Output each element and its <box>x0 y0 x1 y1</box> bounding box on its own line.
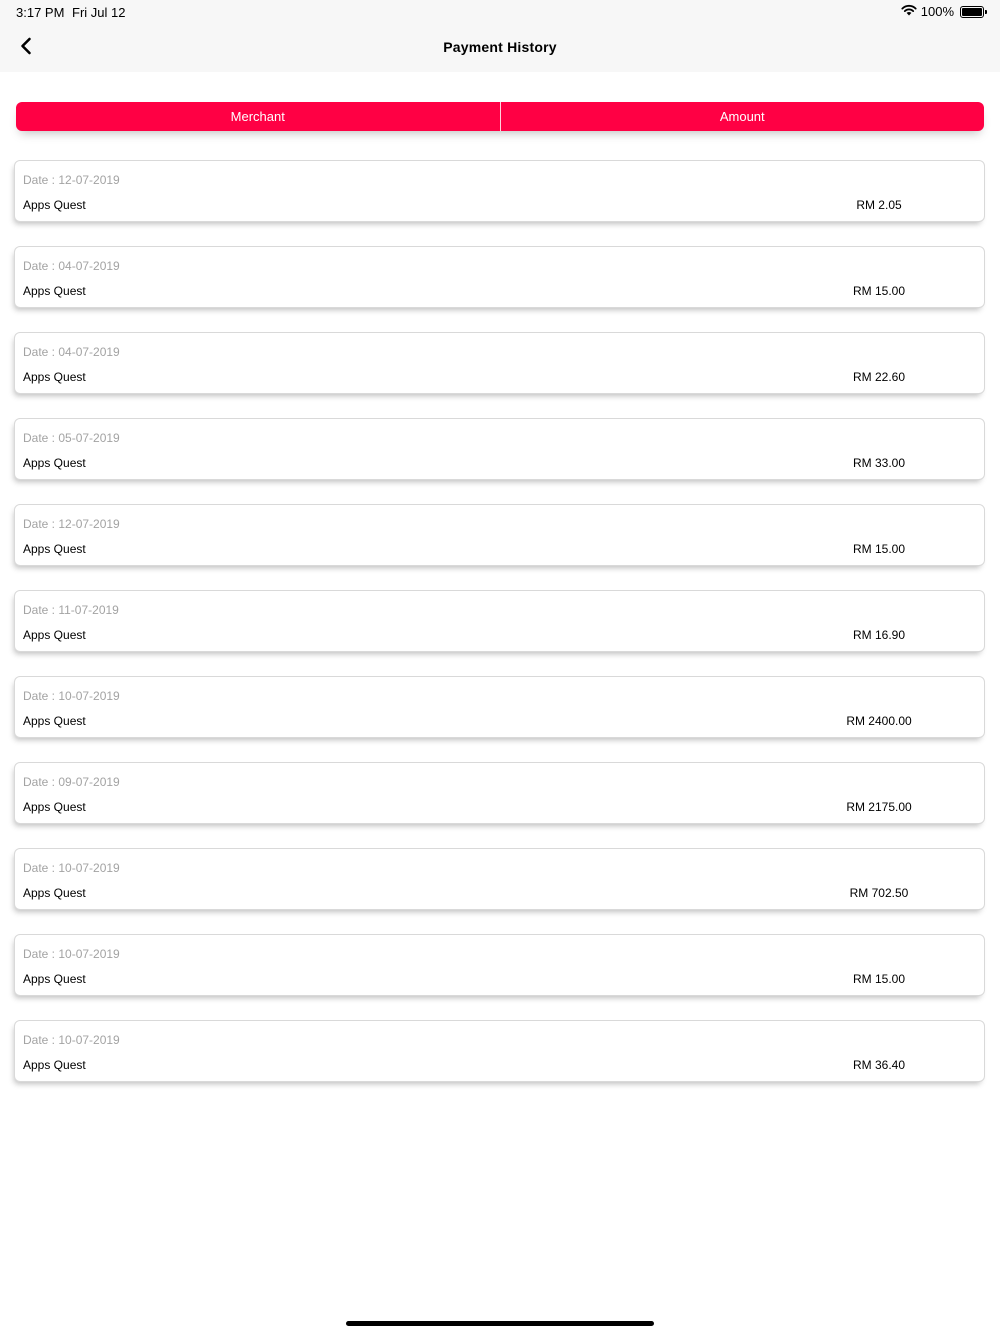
list-item[interactable]: Date : 10-07-2019 Apps Quest RM 702.50 <box>14 848 985 910</box>
status-indicators: 100% <box>901 4 987 19</box>
payment-merchant: Apps Quest <box>23 542 86 556</box>
payment-amount: RM 2175.00 <box>846 800 912 814</box>
list-item[interactable]: Date : 10-07-2019 Apps Quest RM 15.00 <box>14 934 985 996</box>
payment-merchant: Apps Quest <box>23 284 86 298</box>
sort-segmented-control: Merchant Amount <box>16 102 984 131</box>
payment-amount: RM 2.05 <box>856 198 902 212</box>
list-item[interactable]: Date : 09-07-2019 Apps Quest RM 2175.00 <box>14 762 985 824</box>
payment-amount: RM 22.60 <box>852 370 906 384</box>
navigation-bar: Payment History <box>0 24 1000 72</box>
list-item[interactable]: Date : 05-07-2019 Apps Quest RM 33.00 <box>14 418 985 480</box>
wifi-icon <box>901 4 917 19</box>
payment-amount: RM 702.50 <box>849 886 909 900</box>
payment-amount: RM 16.90 <box>852 628 906 642</box>
payment-amount: RM 15.00 <box>852 542 906 556</box>
payment-date: Date : 09-07-2019 <box>23 775 120 789</box>
page-title: Payment History <box>443 39 557 55</box>
list-item[interactable]: Date : 04-07-2019 Apps Quest RM 22.60 <box>14 332 985 394</box>
payment-merchant: Apps Quest <box>23 456 86 470</box>
list-item[interactable]: Date : 10-07-2019 Apps Quest RM 2400.00 <box>14 676 985 738</box>
list-item[interactable]: Date : 10-07-2019 Apps Quest RM 36.40 <box>14 1020 985 1082</box>
payment-merchant: Apps Quest <box>23 886 86 900</box>
payment-merchant: Apps Quest <box>23 628 86 642</box>
payment-merchant: Apps Quest <box>23 800 86 814</box>
payment-amount: RM 15.00 <box>852 284 906 298</box>
payment-date: Date : 11-07-2019 <box>23 603 119 617</box>
payment-date: Date : 12-07-2019 <box>23 173 120 187</box>
payment-amount: RM 2400.00 <box>846 714 912 728</box>
payment-amount: RM 36.40 <box>852 1058 906 1072</box>
battery-icon <box>960 5 987 18</box>
payment-date: Date : 12-07-2019 <box>23 517 120 531</box>
payment-date: Date : 10-07-2019 <box>23 689 120 703</box>
payment-merchant: Apps Quest <box>23 370 86 384</box>
tab-amount[interactable]: Amount <box>499 102 985 131</box>
list-item[interactable]: Date : 11-07-2019 Apps Quest RM 16.90 <box>14 590 985 652</box>
payment-date: Date : 05-07-2019 <box>23 431 120 445</box>
payment-amount: RM 15.00 <box>852 972 906 986</box>
payment-merchant: Apps Quest <box>23 1058 86 1072</box>
payment-amount: RM 33.00 <box>852 456 906 470</box>
list-item[interactable]: Date : 12-07-2019 Apps Quest RM 15.00 <box>14 504 985 566</box>
list-item[interactable]: Date : 12-07-2019 Apps Quest RM 2.05 <box>14 160 985 222</box>
status-date: Fri Jul 12 <box>72 5 126 20</box>
payment-merchant: Apps Quest <box>23 714 86 728</box>
payment-date: Date : 10-07-2019 <box>23 1033 120 1047</box>
payment-date: Date : 10-07-2019 <box>23 947 120 961</box>
status-time: 3:17 PM <box>16 5 65 20</box>
payment-list: Date : 12-07-2019 Apps Quest RM 2.05 Date :… <box>14 160 985 1106</box>
payment-date: Date : 04-07-2019 <box>23 345 120 359</box>
home-indicator <box>346 1321 654 1326</box>
payment-date: Date : 04-07-2019 <box>23 259 120 273</box>
payment-merchant: Apps Quest <box>23 972 86 986</box>
status-bar: 3:17 PM Fri Jul 12 100% <box>0 0 1000 24</box>
payment-merchant: Apps Quest <box>23 198 86 212</box>
tab-merchant[interactable]: Merchant <box>16 102 500 131</box>
battery-percent: 100% <box>920 4 954 19</box>
list-item[interactable]: Date : 04-07-2019 Apps Quest RM 15.00 <box>14 246 985 308</box>
payment-date: Date : 10-07-2019 <box>23 861 120 875</box>
